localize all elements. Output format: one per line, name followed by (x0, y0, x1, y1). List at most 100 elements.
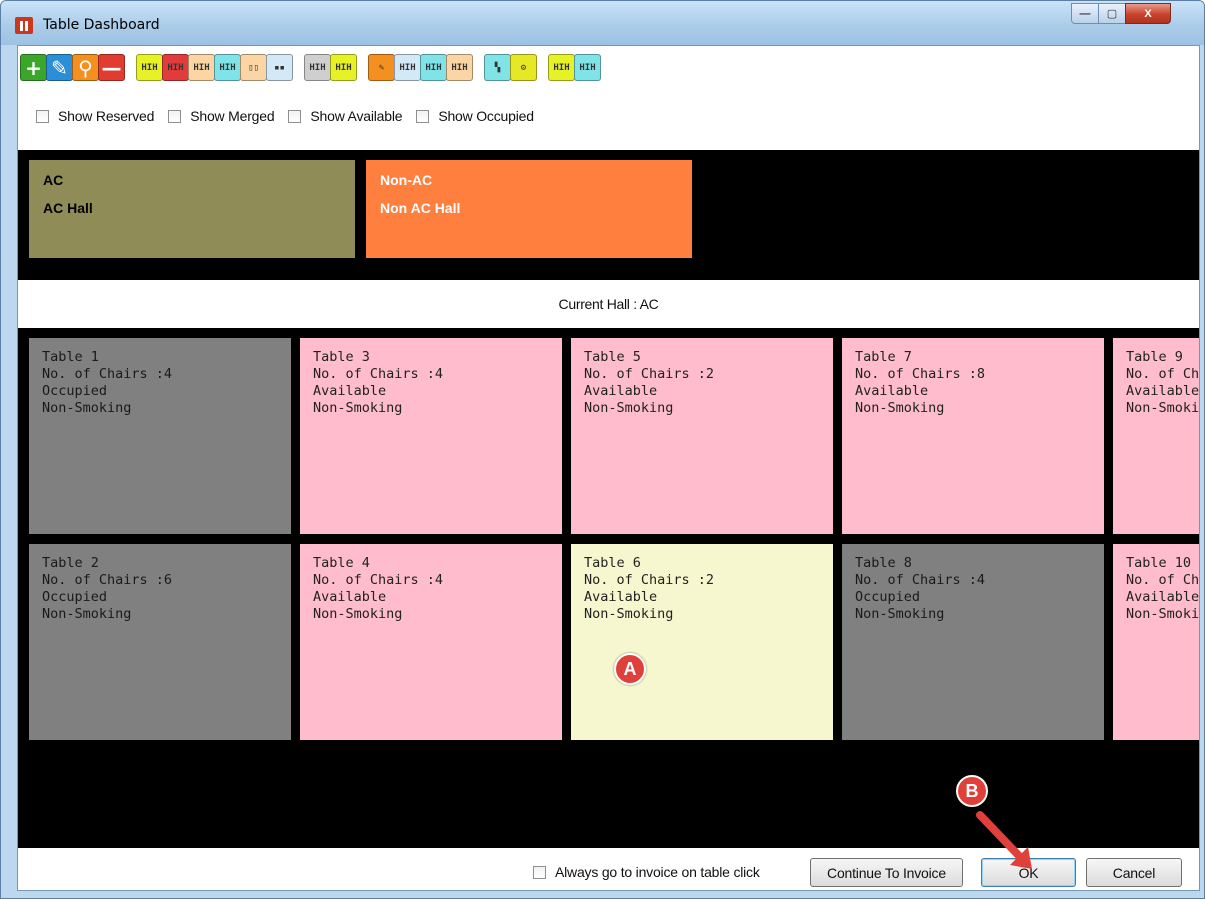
toolbar: + ✎ ⚲ — HIH HIH HIH HIH ▯▯ ▪▪ HIH HIH ✎ HIH HIH HIH ▚ ⚙ HI… (18, 46, 1199, 150)
show-occupied-checkbox[interactable]: Show Occupied (416, 108, 534, 124)
delete-button[interactable]: — (98, 54, 125, 81)
table-note-button[interactable]: ✎ (368, 54, 395, 81)
continue-to-invoice-button[interactable]: Continue To Invoice (810, 858, 963, 887)
hall-tile-non-ac[interactable]: Non-AC Non AC Hall (366, 160, 692, 258)
table-card-table-9[interactable]: Table 9No. of Chairs :AvailableNon-Smoki… (1113, 338, 1199, 534)
table-add-button[interactable]: HIH (420, 54, 447, 81)
checkbox-label: Show Available (310, 108, 403, 124)
table-card-table-4[interactable]: Table 4 No. of Chairs :4 Available Non-Smok… (300, 544, 562, 740)
table-status: Available (313, 589, 387, 605)
cancel-button[interactable]: Cancel (1086, 858, 1182, 887)
table-smoking: Non-Smoking (584, 400, 674, 416)
checkbox-box[interactable] (416, 109, 430, 123)
hall-code: Non-AC (380, 172, 433, 188)
table-status: Available (584, 589, 658, 605)
table-status: Available (1126, 383, 1199, 399)
table-status: Occupied (855, 589, 921, 605)
table-status: Available (313, 383, 387, 399)
checkbox-box[interactable] (168, 109, 182, 123)
hall-tile-ac[interactable]: AC AC Hall (29, 160, 355, 258)
table-undo-button[interactable]: HIH (574, 54, 601, 81)
show-available-checkbox[interactable]: Show Available (288, 108, 403, 124)
table-card-table-7[interactable]: Table 7 No. of Chairs :8 Available Non-Smok… (842, 338, 1104, 534)
table-name: Table 7 (855, 349, 912, 365)
table-card-table-2[interactable]: Table 2 No. of Chairs :6 Occupied Non-Smoki… (29, 544, 291, 740)
table-chairs: No. of Chairs :4 (42, 366, 173, 382)
table-cancel-button[interactable]: HIH (188, 54, 215, 81)
checkbox-label: Show Occupied (438, 108, 534, 124)
table-card-table-10[interactable]: Table 10No. of Chairs :AvailableNon-Smok… (1113, 544, 1199, 740)
table-list-button[interactable]: HIH (446, 54, 473, 81)
table-card-table-6[interactable]: Table 6 No. of Chairs :2 Available Non-Smok… (571, 544, 833, 740)
settings-button[interactable]: ⚙ (510, 54, 537, 81)
hall-selector: AC AC Hall Non-AC Non AC Hall (18, 150, 1199, 280)
checkbox-box[interactable] (36, 109, 49, 123)
table-chairs: No. of Chairs :4 (313, 366, 444, 382)
table-status: Occupied (42, 589, 108, 605)
maximize-button[interactable]: ▢ (1098, 3, 1126, 24)
annotation-marker-a: A (614, 653, 646, 685)
title-bar[interactable]: Table Dashboard — ▢ X (1, 1, 1204, 45)
checkbox-label: Show Reserved (58, 108, 155, 124)
checkbox-label: Show Merged (190, 108, 275, 124)
current-hall-label: Current Hall : AC (18, 280, 1199, 328)
table-grid: Table 1 No. of Chairs :4 Occupied Non-Smoki… (18, 328, 1199, 848)
table-status: Occupied (42, 383, 108, 399)
table-chairs: No. of Chairs :2 (584, 366, 715, 382)
table-line-button[interactable]: HIH (394, 54, 421, 81)
filter-checkboxes: Show Reserved Show Merged Show Available… (36, 108, 548, 124)
table-split-button[interactable]: ▯▯ (240, 54, 267, 81)
table-chairs: No. of Chairs :4 (313, 572, 444, 588)
table-merge-button[interactable]: ▪▪ (266, 54, 293, 81)
window-title: Table Dashboard (43, 17, 160, 33)
table-status: Available (855, 383, 929, 399)
table-status: Available (1126, 589, 1199, 605)
table-card-table-3[interactable]: Table 3 No. of Chairs :4 Available Non-Smok… (300, 338, 562, 534)
client-area: + ✎ ⚲ — HIH HIH HIH HIH ▯▯ ▪▪ HIH HIH ✎ HIH HIH HIH ▚ ⚙ HI… (17, 45, 1200, 891)
show-merged-checkbox[interactable]: Show Merged (168, 108, 275, 124)
hall-name: Non AC Hall (380, 200, 461, 216)
table-chairs: No. of Chairs : (1126, 366, 1199, 382)
table-status-button[interactable]: HIH (304, 54, 331, 81)
table-chairs: No. of Chairs :6 (42, 572, 173, 588)
table-wave-button[interactable]: HIH (548, 54, 575, 81)
table-status: Available (584, 383, 658, 399)
table-smoking: Non-Smoking (855, 400, 945, 416)
table-chairs: No. of Chairs :2 (584, 572, 715, 588)
table-smoking: Non-Smoking (42, 606, 132, 622)
checkbox-box[interactable] (288, 109, 302, 123)
always-invoice-checkbox[interactable]: Always go to invoice on table click (533, 864, 760, 880)
table-smoking: Non-Smoking (42, 400, 132, 416)
table-name: Table 1 (42, 349, 99, 365)
table-card-table-1[interactable]: Table 1 No. of Chairs :4 Occupied Non-Smoki… (29, 338, 291, 534)
table-chairs: No. of Chairs :8 (855, 366, 986, 382)
table-smoking: Non-Smoking (313, 606, 403, 622)
close-button[interactable]: X (1125, 3, 1171, 24)
show-reserved-checkbox[interactable]: Show Reserved (36, 108, 154, 124)
table-check-button[interactable]: HIH (136, 54, 163, 81)
table-name: Table 5 (584, 349, 641, 365)
table-download-button[interactable]: HIH (214, 54, 241, 81)
search-button[interactable]: ⚲ (72, 54, 99, 81)
table-smoking: Non-Smoking (584, 606, 674, 622)
table-smoking: Non-Smoking (1126, 606, 1199, 622)
table-name: Table 6 (584, 555, 641, 571)
checkbox-box[interactable] (533, 865, 546, 879)
add-button[interactable]: + (20, 54, 47, 81)
app-icon (15, 17, 33, 34)
footer-bar: Always go to invoice on table click Cont… (18, 848, 1199, 890)
table-smoking: Non-Smoking (855, 606, 945, 622)
table-dashboard-window: Table Dashboard — ▢ X + ✎ ⚲ — HIH HIH HIH HIH ▯▯… (0, 0, 1205, 899)
checkbox-label: Always go to invoice on table click (555, 864, 760, 880)
table-name: Table 4 (313, 555, 370, 571)
hall-code: AC (43, 172, 64, 188)
table-card-table-5[interactable]: Table 5 No. of Chairs :2 Available Non-Smok… (571, 338, 833, 534)
edit-button[interactable]: ✎ (46, 54, 73, 81)
layout-button[interactable]: ▚ (484, 54, 511, 81)
minimize-button[interactable]: — (1071, 3, 1099, 24)
table-red-button[interactable]: HIH (162, 54, 189, 81)
table-card-table-8[interactable]: Table 8 No. of Chairs :4 Occupied Non-Smoki… (842, 544, 1104, 740)
table-reserve-button[interactable]: HIH (330, 54, 357, 81)
table-name: Table 2 (42, 555, 99, 571)
ok-button[interactable]: OK (981, 858, 1076, 887)
